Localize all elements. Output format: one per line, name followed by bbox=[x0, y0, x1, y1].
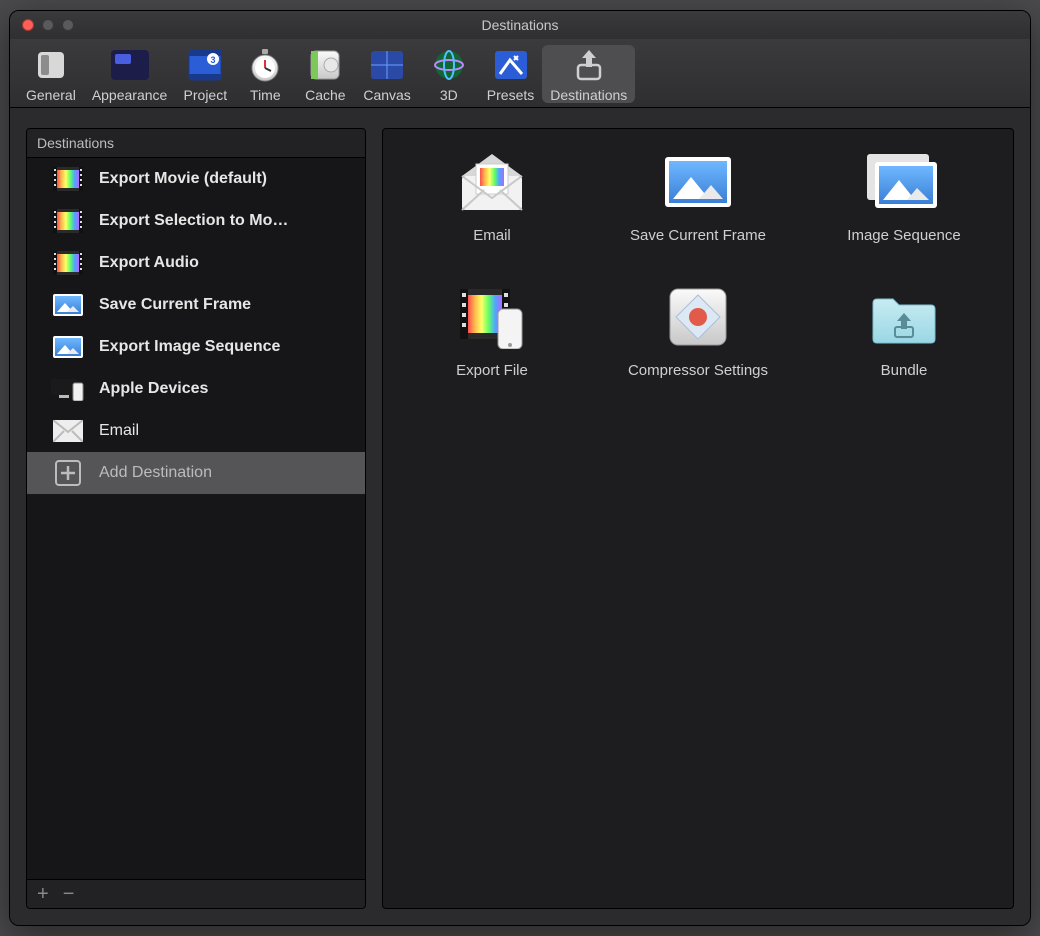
sidebar-item-label: Save Current Frame bbox=[99, 296, 251, 314]
photo-icon bbox=[51, 292, 85, 318]
tab-label: Destinations bbox=[550, 87, 627, 103]
film-rainbow-icon bbox=[51, 208, 85, 234]
template-compressor[interactable]: Compressor Settings bbox=[595, 284, 801, 379]
tab-project[interactable]: 3 Project bbox=[175, 45, 235, 103]
sidebar-list: Export Movie (default) Export Selection … bbox=[27, 158, 365, 879]
sidebar-item-add-destination[interactable]: Add Destination bbox=[27, 452, 365, 494]
minimize-button[interactable] bbox=[42, 19, 54, 31]
sidebar-item-label: Export Movie (default) bbox=[99, 170, 267, 188]
sidebar-item-email[interactable]: Email bbox=[27, 410, 365, 452]
sidebar-footer: + − bbox=[27, 879, 365, 908]
zoom-button[interactable] bbox=[62, 19, 74, 31]
templates-grid: Email Save Current Frame Image Sequence bbox=[389, 149, 1007, 379]
content-area: Destinations Export Movie (default) Expo… bbox=[10, 108, 1030, 925]
sidebar-item-export-audio[interactable]: Export Audio bbox=[27, 242, 365, 284]
tab-label: Presets bbox=[487, 87, 534, 103]
template-label: Save Current Frame bbox=[630, 227, 766, 244]
compressor-icon bbox=[659, 284, 737, 350]
tab-cache[interactable]: Cache bbox=[295, 45, 355, 103]
template-label: Compressor Settings bbox=[628, 362, 768, 379]
destinations-sidebar: Destinations Export Movie (default) Expo… bbox=[26, 128, 366, 909]
tab-label: Appearance bbox=[92, 87, 168, 103]
sidebar-item-save-frame[interactable]: Save Current Frame bbox=[27, 284, 365, 326]
tab-label: General bbox=[26, 87, 76, 103]
svg-text:3: 3 bbox=[211, 55, 216, 65]
tab-canvas[interactable]: Canvas bbox=[355, 45, 418, 103]
template-bundle[interactable]: Bundle bbox=[801, 284, 1007, 379]
presets-icon bbox=[489, 45, 533, 85]
tab-time[interactable]: Time bbox=[235, 45, 295, 103]
project-icon: 3 bbox=[183, 45, 227, 85]
sidebar-item-label: Add Destination bbox=[99, 464, 212, 482]
template-label: Email bbox=[473, 227, 511, 244]
film-rainbow-icon bbox=[51, 250, 85, 276]
tab-label: Cache bbox=[305, 87, 345, 103]
sidebar-item-export-selection[interactable]: Export Selection to Mo… bbox=[27, 200, 365, 242]
window-title: Destinations bbox=[10, 17, 1030, 33]
destination-templates: Email Save Current Frame Image Sequence bbox=[382, 128, 1014, 909]
traffic-lights bbox=[10, 19, 74, 31]
remove-button[interactable]: − bbox=[63, 884, 75, 904]
plus-box-icon bbox=[51, 460, 85, 486]
stopwatch-icon bbox=[243, 45, 287, 85]
titlebar: Destinations bbox=[10, 11, 1030, 39]
photo-icon bbox=[51, 334, 85, 360]
sidebar-item-image-sequence[interactable]: Export Image Sequence bbox=[27, 326, 365, 368]
folder-share-icon bbox=[865, 284, 943, 350]
tab-appearance[interactable]: Appearance bbox=[84, 45, 176, 103]
photo-large-icon bbox=[659, 149, 737, 215]
close-button[interactable] bbox=[22, 19, 34, 31]
sidebar-header: Destinations bbox=[27, 129, 365, 158]
envelope-icon bbox=[51, 418, 85, 444]
template-image-sequence[interactable]: Image Sequence bbox=[801, 149, 1007, 244]
tab-destinations[interactable]: Destinations bbox=[542, 45, 635, 103]
template-label: Bundle bbox=[881, 362, 928, 379]
preferences-toolbar: General Appearance 3 Project Time Cache bbox=[10, 39, 1030, 108]
template-label: Export File bbox=[456, 362, 528, 379]
sidebar-item-label: Export Image Sequence bbox=[99, 338, 280, 356]
tab-label: Project bbox=[184, 87, 228, 103]
add-button[interactable]: + bbox=[37, 884, 49, 904]
envelope-open-icon bbox=[453, 149, 531, 215]
devices-icon bbox=[51, 376, 85, 402]
template-export-file[interactable]: Export File bbox=[389, 284, 595, 379]
sidebar-item-export-movie[interactable]: Export Movie (default) bbox=[27, 158, 365, 200]
template-email[interactable]: Email bbox=[389, 149, 595, 244]
tab-label: Canvas bbox=[363, 87, 410, 103]
sidebar-item-label: Export Selection to Mo… bbox=[99, 212, 288, 230]
sidebar-item-label: Email bbox=[99, 422, 139, 440]
tab-general[interactable]: General bbox=[18, 45, 84, 103]
film-rainbow-icon bbox=[51, 166, 85, 192]
tab-presets[interactable]: Presets bbox=[479, 45, 542, 103]
share-icon bbox=[567, 45, 611, 85]
tab-3d[interactable]: 3D bbox=[419, 45, 479, 103]
cache-icon bbox=[303, 45, 347, 85]
sidebar-item-label: Apple Devices bbox=[99, 380, 208, 398]
sidebar-item-label: Export Audio bbox=[99, 254, 199, 272]
template-label: Image Sequence bbox=[847, 227, 960, 244]
template-save-frame[interactable]: Save Current Frame bbox=[595, 149, 801, 244]
photo-stack-icon bbox=[865, 149, 943, 215]
switch-icon bbox=[29, 45, 73, 85]
preferences-window: Destinations General Appearance 3 Projec… bbox=[9, 10, 1031, 926]
appearance-icon bbox=[108, 45, 152, 85]
film-phone-icon bbox=[453, 284, 531, 350]
canvas-icon bbox=[365, 45, 409, 85]
tab-label: Time bbox=[250, 87, 281, 103]
sidebar-item-apple-devices[interactable]: Apple Devices bbox=[27, 368, 365, 410]
globe-3d-icon bbox=[427, 45, 471, 85]
tab-label: 3D bbox=[440, 87, 458, 103]
